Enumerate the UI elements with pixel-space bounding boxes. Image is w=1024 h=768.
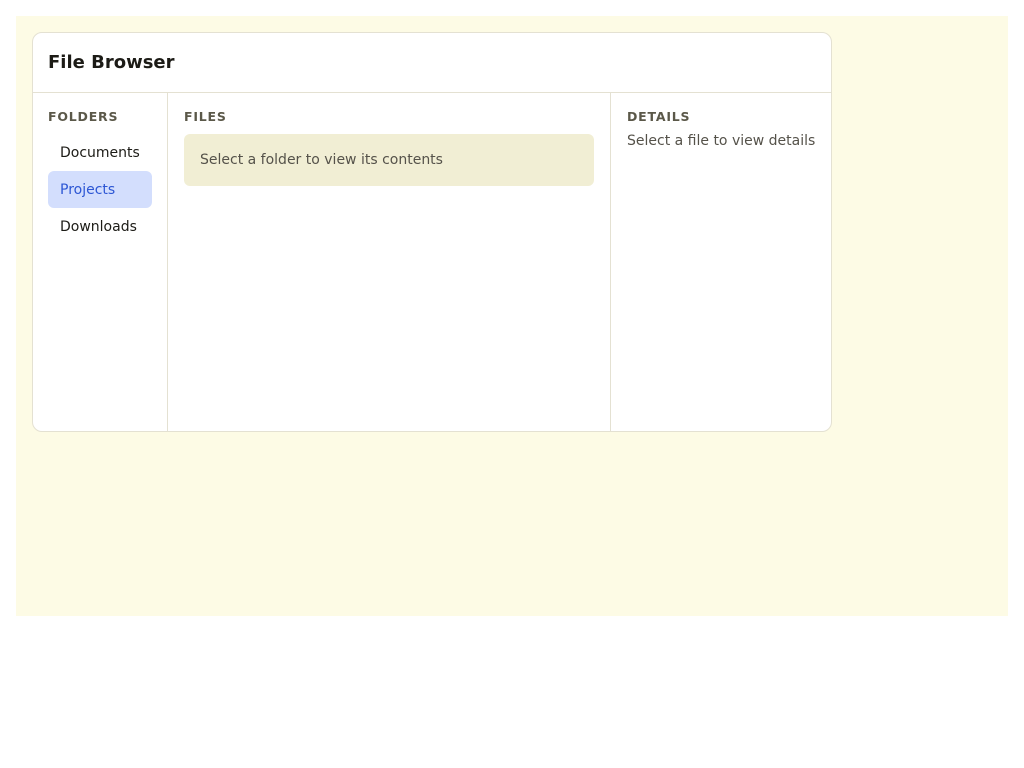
app-background: File Browser FOLDERS Documents Projects … <box>16 16 1008 616</box>
files-heading: FILES <box>184 109 227 124</box>
folder-item-documents[interactable]: Documents <box>48 134 152 171</box>
details-heading: DETAILS <box>627 109 691 124</box>
files-empty-state: Select a folder to view its contents <box>184 134 594 186</box>
folder-list: Documents Projects Downloads <box>48 134 152 245</box>
window-header: File Browser <box>33 33 831 93</box>
details-pane: DETAILS Select a file to view details <box>611 93 831 431</box>
folders-pane: FOLDERS Documents Projects Downloads <box>33 93 168 431</box>
file-browser-window: File Browser FOLDERS Documents Projects … <box>32 32 832 432</box>
details-empty-state: Select a file to view details <box>627 133 816 149</box>
window-title: File Browser <box>48 52 175 73</box>
files-pane: FILES Select a folder to view its conten… <box>168 93 611 431</box>
folders-heading: FOLDERS <box>48 109 119 124</box>
panes: FOLDERS Documents Projects Downloads FIL… <box>33 93 831 431</box>
folder-item-downloads[interactable]: Downloads <box>48 208 152 245</box>
folder-item-projects[interactable]: Projects <box>48 171 152 208</box>
